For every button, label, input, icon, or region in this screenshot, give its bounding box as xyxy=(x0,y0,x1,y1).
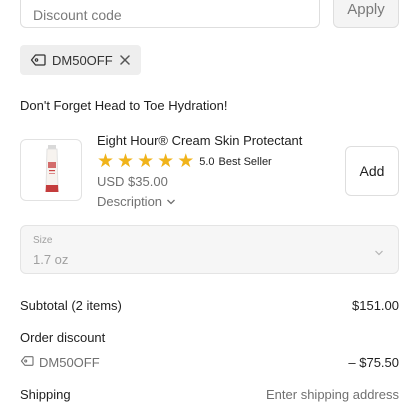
description-toggle[interactable]: Description xyxy=(97,194,176,209)
product-image[interactable] xyxy=(20,139,82,201)
applied-discount-code: DM50OFF xyxy=(52,52,113,68)
star-icon: ★ xyxy=(117,151,135,172)
product-name[interactable]: Eight Hour® Cream Skin Protectant xyxy=(97,133,302,148)
remove-discount-icon[interactable] xyxy=(119,54,131,66)
upsell-title: Don't Forget Head to Toe Hydration! xyxy=(20,98,228,113)
tag-icon xyxy=(30,53,46,67)
order-discount-row: Order discount xyxy=(20,330,399,345)
subtotal-label: Subtotal (2 items) xyxy=(20,298,122,313)
shipping-value: Enter shipping address xyxy=(266,387,399,402)
star-icon: ★ xyxy=(157,151,175,172)
size-label: Size xyxy=(33,235,53,246)
order-discount-label: Order discount xyxy=(20,330,106,345)
summary-discount-code: DM50OFF xyxy=(20,355,399,370)
product-rating: ★ ★ ★ ★ ★ 5.0 Best Seller xyxy=(97,152,272,171)
star-icon: ★ xyxy=(97,151,115,172)
product-price: USD $35.00 xyxy=(97,174,168,189)
chevron-down-icon xyxy=(166,194,176,209)
summary-discount-code-text: DM50OFF xyxy=(39,355,100,370)
rating-value: 5.0 xyxy=(199,155,215,168)
size-select[interactable]: Size 1.7 oz xyxy=(20,225,399,274)
tag-icon xyxy=(20,355,34,370)
star-icon: ★ xyxy=(177,151,195,172)
description-label: Description xyxy=(97,194,163,209)
add-to-cart-button[interactable]: Add xyxy=(345,146,399,196)
discount-code-input[interactable] xyxy=(20,0,320,28)
chevron-down-icon xyxy=(374,244,384,262)
shipping-label: Shipping xyxy=(20,387,71,402)
apply-discount-button[interactable]: Apply xyxy=(333,0,399,28)
discount-code-row: Apply xyxy=(20,0,400,32)
discount-code-row-summary: DM50OFF – $75.50 xyxy=(20,355,399,370)
size-value: 1.7 oz xyxy=(33,252,69,267)
shipping-row: Shipping Enter shipping address xyxy=(20,387,399,402)
subtotal-value: $151.00 xyxy=(352,298,399,313)
best-seller-badge: Best Seller xyxy=(218,155,272,168)
product-tube-image xyxy=(45,145,59,192)
applied-discount-tag: DM50OFF xyxy=(20,45,141,75)
subtotal-row: Subtotal (2 items) $151.00 xyxy=(20,298,399,313)
discount-value: – $75.50 xyxy=(348,355,399,370)
star-icon: ★ xyxy=(137,151,155,172)
